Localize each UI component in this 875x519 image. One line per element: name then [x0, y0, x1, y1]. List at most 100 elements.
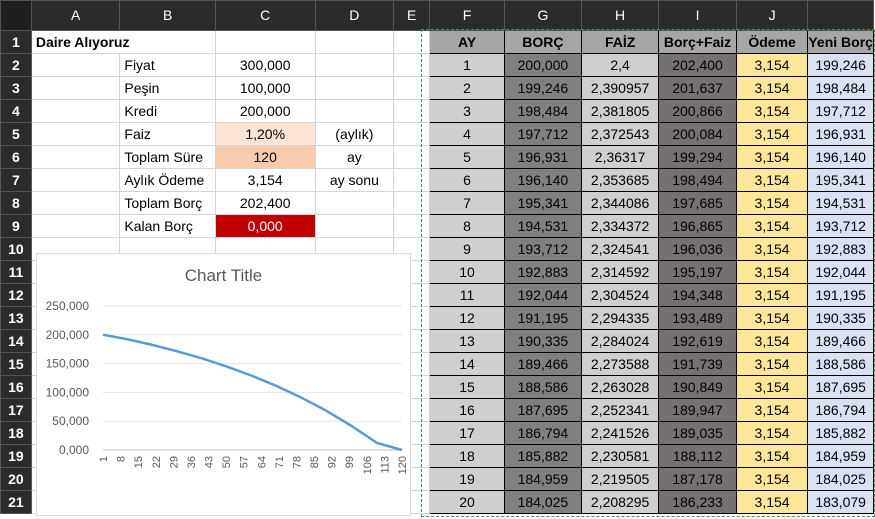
cell-k[interactable] [873, 329, 875, 353]
param-value[interactable]: 200,000 [214, 99, 316, 123]
schedule-header-odeme[interactable]: Ödeme [735, 30, 809, 54]
spacer-cell[interactable] [393, 168, 431, 192]
cell-c[interactable] [214, 30, 316, 54]
row-header[interactable]: 19 [0, 444, 32, 468]
odeme-cell[interactable]: 3,154 [735, 467, 809, 491]
yeni-borc-cell[interactable]: 195,341 [807, 168, 874, 192]
odeme-cell[interactable]: 3,154 [735, 329, 809, 353]
ay-cell[interactable]: 3 [429, 99, 505, 123]
yeni-borc-cell[interactable]: 192,883 [807, 237, 874, 261]
borc-cell[interactable]: 192,044 [503, 283, 582, 307]
cell-k[interactable] [873, 352, 875, 376]
cell-k[interactable] [873, 467, 875, 491]
borc-faiz-cell[interactable]: 196,865 [658, 214, 737, 238]
row-header[interactable]: 10 [0, 237, 32, 261]
row-header[interactable]: 8 [0, 191, 32, 215]
cell-k[interactable] [873, 99, 875, 123]
spacer-cell[interactable] [393, 53, 431, 77]
row-header[interactable]: 18 [0, 421, 32, 445]
borc-cell[interactable]: 196,140 [503, 168, 582, 192]
faiz-cell[interactable]: 2,324541 [580, 237, 660, 261]
cell-k[interactable] [873, 421, 875, 445]
column-header-j[interactable]: J [735, 0, 809, 31]
borc-faiz-cell[interactable]: 192,619 [658, 329, 737, 353]
faiz-cell[interactable]: 2,294335 [580, 306, 660, 330]
column-header-h[interactable]: H [580, 0, 660, 31]
borc-cell[interactable]: 191,195 [503, 306, 582, 330]
yeni-borc-cell[interactable]: 196,140 [807, 145, 874, 169]
column-header-f[interactable]: F [429, 0, 505, 31]
cell-k[interactable] [873, 168, 875, 192]
ay-cell[interactable]: 2 [429, 76, 505, 100]
yeni-borc-cell[interactable]: 190,335 [807, 306, 874, 330]
borc-cell[interactable]: 195,341 [503, 191, 582, 215]
cell-k[interactable] [873, 214, 875, 238]
yeni-borc-cell[interactable]: 189,466 [807, 329, 874, 353]
cell-k[interactable] [873, 260, 875, 284]
column-header-a[interactable]: A [30, 0, 121, 31]
faiz-cell[interactable]: 2,314592 [580, 260, 660, 284]
row-header[interactable]: 9 [0, 214, 32, 238]
column-header-k[interactable] [807, 0, 874, 31]
borc-cell[interactable]: 192,883 [503, 260, 582, 284]
faiz-cell[interactable]: 2,381805 [580, 99, 660, 123]
borc-faiz-cell[interactable]: 198,494 [658, 168, 737, 192]
ay-cell[interactable]: 4 [429, 122, 505, 146]
odeme-cell[interactable]: 3,154 [735, 283, 809, 307]
cell-a[interactable] [30, 168, 121, 192]
cell-a[interactable] [30, 145, 121, 169]
borc-faiz-cell[interactable]: 201,637 [658, 76, 737, 100]
spacer-cell[interactable] [393, 191, 431, 215]
spacer-cell[interactable] [393, 214, 431, 238]
borc-faiz-cell[interactable]: 187,178 [658, 467, 737, 491]
param-unit[interactable] [314, 99, 395, 123]
param-unit[interactable] [314, 191, 395, 215]
cell-a[interactable] [30, 99, 121, 123]
odeme-cell[interactable]: 3,154 [735, 260, 809, 284]
cell-k[interactable] [873, 191, 875, 215]
cell-k[interactable] [873, 145, 875, 169]
yeni-borc-cell[interactable]: 191,195 [807, 283, 874, 307]
borc-cell[interactable]: 196,931 [503, 145, 582, 169]
cell-a[interactable] [30, 53, 121, 77]
column-header-c[interactable]: C [214, 0, 316, 31]
faiz-cell[interactable]: 2,344086 [580, 191, 660, 215]
row-header[interactable]: 16 [0, 375, 32, 399]
row-header[interactable]: 4 [0, 99, 32, 123]
row-header[interactable]: 1 [0, 30, 32, 54]
odeme-cell[interactable]: 3,154 [735, 375, 809, 399]
ay-cell[interactable]: 18 [429, 444, 505, 468]
spacer-cell[interactable] [393, 99, 431, 123]
ay-cell[interactable]: 8 [429, 214, 505, 238]
odeme-cell[interactable]: 3,154 [735, 191, 809, 215]
param-unit[interactable]: ay [314, 145, 395, 169]
ay-cell[interactable]: 5 [429, 145, 505, 169]
cell-a[interactable] [30, 191, 121, 215]
borc-faiz-cell[interactable]: 194,348 [658, 283, 737, 307]
yeni-borc-cell[interactable]: 198,484 [807, 76, 874, 100]
row-header[interactable]: 5 [0, 122, 32, 146]
cell-k[interactable] [873, 306, 875, 330]
cell-k[interactable] [873, 375, 875, 399]
odeme-cell[interactable]: 3,154 [735, 53, 809, 77]
yeni-borc-cell[interactable]: 184,959 [807, 444, 874, 468]
cell-k[interactable] [873, 53, 875, 77]
faiz-cell[interactable]: 2,372543 [580, 122, 660, 146]
borc-faiz-cell[interactable]: 200,084 [658, 122, 737, 146]
param-value[interactable]: 3,154 [214, 168, 316, 192]
column-header-d[interactable]: D [314, 0, 395, 31]
row-header[interactable]: 15 [0, 352, 32, 376]
borc-faiz-cell[interactable]: 199,294 [658, 145, 737, 169]
yeni-borc-cell[interactable]: 194,531 [807, 191, 874, 215]
yeni-borc-cell[interactable]: 188,586 [807, 352, 874, 376]
borc-faiz-cell[interactable]: 191,739 [658, 352, 737, 376]
faiz-cell[interactable]: 2,334372 [580, 214, 660, 238]
ay-cell[interactable]: 11 [429, 283, 505, 307]
yeni-borc-cell[interactable]: 197,712 [807, 99, 874, 123]
param-value[interactable]: 300,000 [214, 53, 316, 77]
yeni-borc-cell[interactable]: 186,794 [807, 398, 874, 422]
faiz-cell[interactable]: 2,304524 [580, 283, 660, 307]
cell-k[interactable] [873, 444, 875, 468]
borc-faiz-cell[interactable]: 196,036 [658, 237, 737, 261]
borc-cell[interactable]: 187,695 [503, 398, 582, 422]
